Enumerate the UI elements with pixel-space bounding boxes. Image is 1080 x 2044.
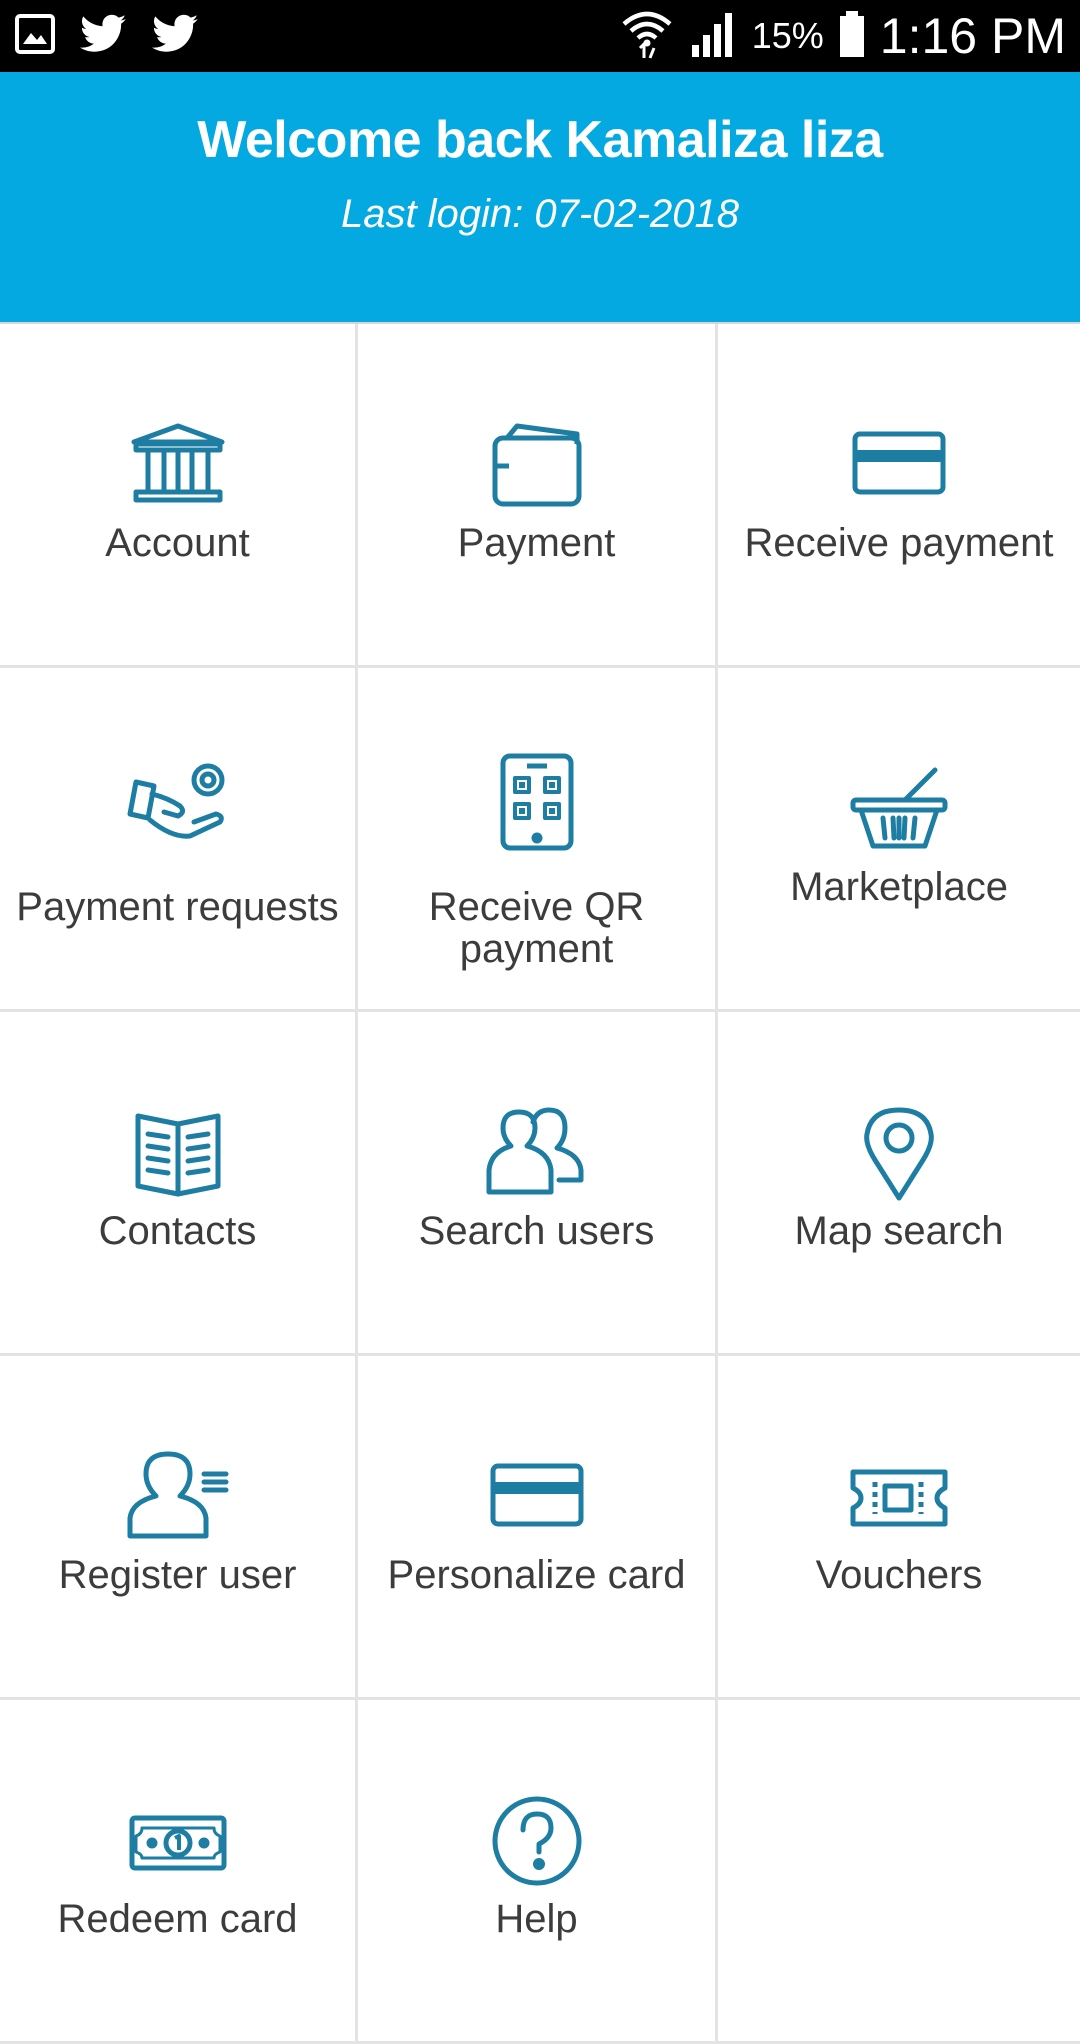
menu-item-label: Register user [58, 1553, 297, 1597]
menu-item-receive-qr-payment[interactable]: Receive QR payment [358, 668, 718, 1012]
wallet-icon [487, 420, 587, 510]
last-login-text: Last login: 07-02-2018 [340, 192, 740, 236]
menu-item-label: Map search [794, 1209, 1004, 1253]
clock: 1:16 PM [879, 8, 1066, 64]
status-bar: 15% 1:16 PM [0, 0, 1080, 72]
ticket-icon [849, 1452, 949, 1542]
question-icon [487, 1796, 587, 1886]
menu-item-label: Redeem card [57, 1897, 298, 1941]
menu-item-label: Payment requests [16, 885, 339, 929]
wifi-icon [620, 8, 674, 65]
menu-grid: Account Payment Receive payment Payment … [0, 322, 1080, 2044]
menu-item-label: Vouchers [815, 1553, 983, 1597]
book-icon [128, 1108, 228, 1198]
credit-card-icon [487, 1452, 587, 1542]
menu-item-label: Payment [457, 521, 616, 565]
menu-item-help[interactable]: Help [358, 1700, 718, 2044]
menu-item-account[interactable]: Account [0, 324, 358, 668]
menu-item-payment-requests[interactable]: Payment requests [0, 668, 358, 1012]
menu-item-search-users[interactable]: Search users [358, 1012, 718, 1356]
bank-icon [128, 420, 228, 510]
menu-item-label: Receive payment [744, 521, 1054, 565]
empty-cell [718, 1700, 1080, 2044]
qr-phone-icon [487, 753, 587, 854]
gallery-icon [14, 13, 56, 60]
menu-item-payment[interactable]: Payment [358, 324, 718, 668]
menu-item-marketplace[interactable]: Marketplace [718, 668, 1080, 1012]
status-notifications [14, 10, 200, 62]
menu-item-contacts[interactable]: Contacts [0, 1012, 358, 1356]
welcome-title: Welcome back Kamaliza liza [197, 111, 883, 169]
menu-item-label: Personalize card [387, 1553, 686, 1597]
map-pin-icon [849, 1107, 949, 1201]
credit-card-icon [849, 420, 949, 510]
menu-item-vouchers[interactable]: Vouchers [718, 1356, 1080, 1700]
twitter-icon [80, 14, 128, 59]
menu-item-label: Search users [418, 1209, 655, 1253]
menu-item-label: Account [105, 521, 250, 565]
twitter-icon [152, 14, 200, 59]
menu-item-label: Marketplace [790, 865, 1008, 909]
signal-icon [688, 9, 738, 64]
battery-icon [838, 9, 866, 64]
menu-item-register-user[interactable]: Register user [0, 1356, 358, 1700]
menu-item-map-search[interactable]: Map search [718, 1012, 1080, 1356]
menu-item-label: Contacts [98, 1209, 257, 1253]
menu-item-label: Receive QR payment [428, 885, 645, 971]
menu-item-receive-payment[interactable]: Receive payment [718, 324, 1080, 668]
user-list-icon [127, 1451, 228, 1542]
status-system: 15% 1:16 PM [620, 0, 1066, 72]
banknote-icon [128, 1796, 228, 1886]
hand-coin-icon [127, 763, 228, 854]
welcome-header: Welcome back Kamaliza liza Last login: 0… [0, 72, 1080, 322]
basket-icon [849, 764, 949, 854]
users-icon [486, 1107, 587, 1198]
menu-item-label: Help [495, 1897, 578, 1941]
menu-item-personalize-card[interactable]: Personalize card [358, 1356, 718, 1700]
battery-percent: 15% [751, 15, 824, 56]
menu-item-redeem-card[interactable]: Redeem card [0, 1700, 358, 2044]
